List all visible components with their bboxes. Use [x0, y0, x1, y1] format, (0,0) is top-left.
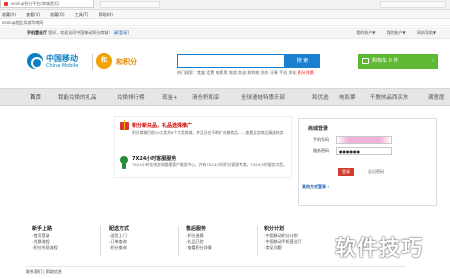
watermark-text: 软件技巧	[335, 236, 423, 260]
footer-link[interactable]: 常见问题	[264, 245, 302, 251]
main-nav: 首页 我能兑换的礼品 兑换排行榜 现金+ 清仓积和享 全球速蛙特惠乐部 和优选 …	[0, 88, 450, 106]
brand-badge-icon: 和	[96, 53, 112, 69]
login-title: 商城登录	[308, 126, 329, 132]
promo2-desc: 7X24小时在线咨询整理客户服务中心，并有7X24小时积分客服专席，7X24小时…	[132, 162, 287, 167]
logo-divider	[92, 54, 93, 70]
menu-item[interactable]: 收藏(O)	[50, 12, 64, 17]
account-menu-2[interactable]: 我的账户▼	[387, 30, 406, 35]
footer-col-title: 配送方式	[109, 226, 130, 232]
nav-global[interactable]: 全球速蛙特惠乐部	[241, 89, 285, 107]
footer-bottom-links[interactable]: 联系我们 | 帮助信息	[26, 266, 406, 275]
gift-icon	[120, 120, 129, 130]
phone-input[interactable]	[336, 136, 392, 144]
footer-divider	[100, 226, 101, 256]
hot-label: 热门搜索：	[177, 70, 197, 75]
hot-searches: 热门搜索：食盒 话费 电影票 旅游 加油 和购物 洗衣 牙膏 手机 净化 积分兑…	[177, 70, 314, 76]
browser-tab-bar: ecolup积分平台(商城首页)	[0, 0, 450, 10]
forgot-password-link[interactable]: 忘记密码	[368, 169, 384, 175]
other-login-link[interactable]: 其他方式登录 ›	[302, 184, 329, 190]
footer-col-points: 积分计划 中国移动积分计划 中国移动手机营业厅 常见问题	[264, 226, 302, 251]
account-menu[interactable]: 我的账户▼	[356, 30, 375, 35]
nav-cash-plus[interactable]: 现金+	[162, 89, 178, 107]
nav-satisfaction[interactable]: 满意度	[428, 89, 445, 107]
footer-col-delivery: 配送方式 送货上门 订单查询 积分查询	[109, 226, 129, 251]
nav-movie[interactable]: 电影票	[339, 89, 356, 107]
nav-selected[interactable]: 和优选	[312, 89, 329, 107]
cart-label: 购物车 0 件	[372, 58, 399, 64]
site-nav-menu[interactable]: 网站导航▼	[417, 30, 436, 35]
login-button[interactable]: 登录	[338, 168, 354, 176]
search-input[interactable]	[177, 54, 285, 68]
nav-hot-products[interactable]: 千教热品西买东	[370, 89, 409, 107]
china-mobile-logo-icon[interactable]	[27, 53, 43, 69]
hot-terms[interactable]: 食盒 话费 电影票 旅游 加油 和购物 洗衣 牙膏 手机 净化	[197, 70, 298, 75]
logo-text-en: China Mobile	[46, 63, 79, 69]
menu-item[interactable]: 工具(T)	[75, 12, 89, 17]
cart-button[interactable]: 购物车 0 件 ›	[358, 54, 438, 69]
footer-link[interactable]: 积分查询	[109, 245, 129, 251]
favicon-icon	[4, 2, 8, 6]
footer-link[interactable]: 积分兑现流程	[32, 245, 58, 251]
address-bar[interactable]: ecolup就此扣减华南网	[0, 19, 450, 26]
menu-item[interactable]: 帮助(H)	[99, 12, 113, 17]
browser-tab-title: ecolup积分平台(商城首页)	[11, 1, 60, 6]
browser-tab-inactive[interactable]	[100, 1, 160, 8]
browser-tab[interactable]: ecolup积分平台(商城首页)	[0, 0, 94, 8]
menu-item[interactable]: 查看(V)	[26, 12, 40, 17]
phone-label: 手机号码	[313, 137, 329, 142]
hot-highlight[interactable]: 积分兑换	[298, 70, 314, 75]
promo1-desc: 积分商城目前10大类共6个大类商城，并且还在不断扩充着商品……查看全部商品精选热…	[132, 130, 284, 135]
footer-col-service: 售后服务 积分退换 礼品已验 查看积分详情	[186, 226, 212, 251]
browser-menubar: 收藏(A) 查看(V) 收藏(O) 工具(T) 帮助(H)	[0, 10, 450, 19]
footer-col-title: 积分计划	[264, 226, 285, 232]
browser-tab-inactive[interactable]	[380, 1, 446, 8]
search-button[interactable]: 搜 索	[285, 54, 320, 68]
footer-link[interactable]: 查看积分详情	[186, 245, 212, 251]
login-link[interactable]: 请[登录]	[114, 30, 129, 35]
page: ecolup积分平台(商城首页) 收藏(A) 查看(V) 收藏(O) 工具(T)…	[0, 0, 450, 279]
site-topbar: 手机营业厅 您好，欢迎访问中国移动积分商城！ 请[登录] 我的账户▼ 我的账户▼…	[0, 27, 450, 39]
promo2-title[interactable]: 7X24小时客服服务	[132, 155, 176, 162]
nav-redeemable[interactable]: 我能兑换的礼品	[58, 89, 97, 107]
mobile-hall-label[interactable]: 手机营业厅	[27, 30, 47, 35]
footer-divider	[178, 226, 179, 256]
password-input[interactable]: ●●●●●●	[336, 147, 392, 155]
cart-icon	[362, 58, 369, 64]
menu-item[interactable]: 收藏(A)	[2, 12, 16, 17]
nav-ranking[interactable]: 兑换排行榜	[117, 89, 145, 107]
brand-name: 和积分	[116, 58, 137, 66]
nav-home[interactable]: 首页	[30, 89, 41, 107]
service-person-icon	[120, 156, 128, 169]
chevron-right-icon: ›	[432, 58, 434, 64]
footer-col-newbie: 新手上路 首页登录 兑换流程 积分兑现流程	[32, 226, 58, 251]
password-label: 服务密码	[313, 148, 329, 153]
promo1-title[interactable]: 积分新兑品，礼品选择推广	[132, 122, 192, 129]
footer-col-title: 新手上路	[32, 226, 53, 232]
nav-clearance[interactable]: 清仓积和享	[192, 89, 220, 107]
footer-col-title: 售后服务	[186, 226, 207, 232]
greeting-text: 您好，欢迎访问中国移动积分商城！	[48, 30, 113, 35]
footer-divider	[257, 226, 258, 256]
